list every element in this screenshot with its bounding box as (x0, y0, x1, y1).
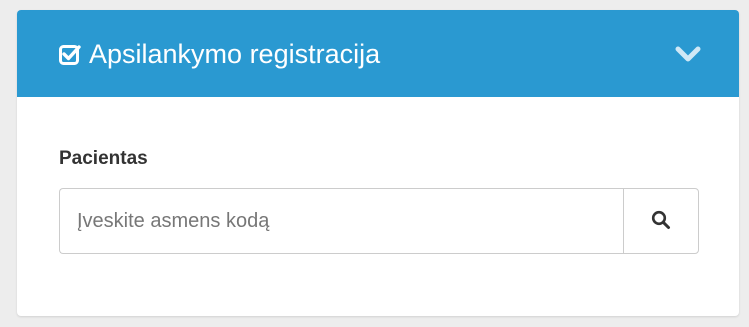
visit-registration-panel: Apsilankymo registracija Pacientas (17, 10, 739, 316)
check-square-icon (59, 43, 81, 65)
panel-title: Apsilankymo registracija (89, 39, 381, 69)
page-background: Apsilankymo registracija Pacientas (0, 0, 749, 327)
chevron-down-icon[interactable] (673, 40, 703, 70)
panel-body: Pacientas (17, 97, 739, 316)
patient-id-input[interactable] (59, 188, 623, 254)
panel-header[interactable]: Apsilankymo registracija (17, 10, 739, 97)
patient-search-group (59, 188, 699, 254)
search-icon (651, 210, 671, 233)
search-button[interactable] (623, 188, 699, 254)
patient-label: Pacientas (59, 148, 148, 169)
